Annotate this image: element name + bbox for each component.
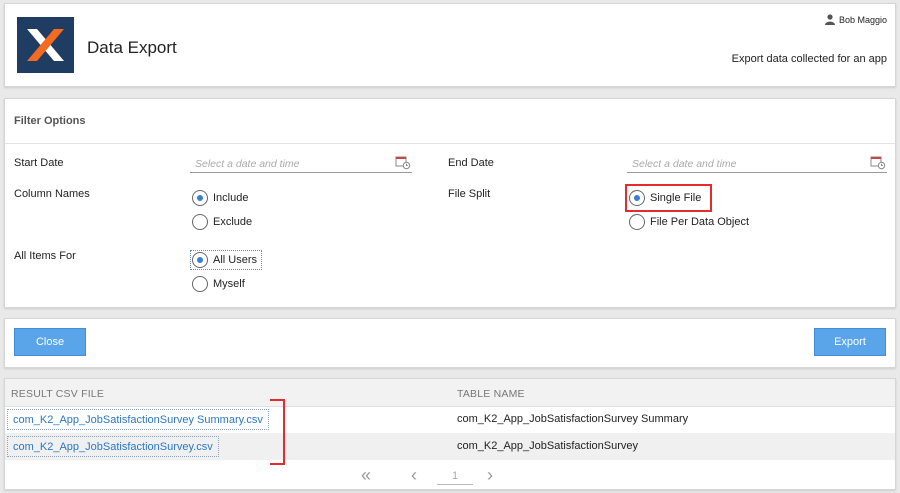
page-number[interactable]: 1	[437, 467, 473, 485]
radio-exclude[interactable]: Exclude	[192, 214, 252, 230]
close-button[interactable]: Close	[14, 328, 86, 356]
end-date-input[interactable]: Select a date and time	[627, 153, 887, 173]
app-header: Data Export Bob Maggio Export data colle…	[4, 3, 896, 87]
table-row: com_K2_App_JobSatisfactionSurvey.csv com…	[5, 433, 895, 460]
action-bar: Close Export	[4, 318, 896, 368]
results-table: RESULT CSV FILE TABLE NAME com_K2_App_Jo…	[4, 378, 896, 490]
radio-file-per-data-object-label: File Per Data Object	[650, 216, 750, 228]
page-subtitle: Export data collected for an app	[731, 53, 887, 65]
table-header: RESULT CSV FILE TABLE NAME	[5, 379, 895, 407]
radio-circle[interactable]	[629, 214, 645, 230]
radio-circle[interactable]	[192, 214, 208, 230]
export-button[interactable]: Export	[814, 328, 886, 356]
end-date-placeholder: Select a date and time	[632, 158, 737, 170]
user-name: Bob Maggio	[838, 14, 887, 25]
end-date-label: End Date	[448, 157, 494, 169]
filter-options-title: Filter Options	[14, 115, 86, 127]
pagination: « ‹ 1 ›	[361, 465, 501, 487]
k2-logo-icon	[17, 17, 74, 73]
user-menu[interactable]: Bob Maggio	[824, 14, 887, 25]
k2-logo	[17, 17, 74, 73]
start-date-label: Start Date	[14, 157, 64, 169]
radio-circle-selected[interactable]	[192, 190, 208, 206]
file-split-label: File Split	[448, 188, 491, 200]
radio-myself[interactable]: Myself	[192, 276, 245, 292]
radio-all-users[interactable]: All Users	[189, 250, 263, 270]
filter-options-panel: Filter Options Start Date Select a date …	[4, 98, 896, 308]
table-row: com_K2_App_JobSatisfactionSurvey Summary…	[5, 406, 895, 433]
radio-include[interactable]: Include	[192, 190, 248, 206]
table-name-cell: com_K2_App_JobSatisfactionSurvey Summary	[457, 413, 689, 425]
calendar-clock-icon[interactable]	[395, 155, 411, 170]
all-items-for-label: All Items For	[14, 250, 76, 262]
chevron-right-icon[interactable]: ›	[487, 465, 493, 485]
annotation-bracket	[270, 399, 285, 465]
annotation-highlight-box	[625, 184, 712, 212]
radio-all-users-label: All Users	[213, 254, 258, 266]
radio-include-label: Include	[213, 192, 249, 204]
radio-circle[interactable]	[192, 276, 208, 292]
chevron-left-icon[interactable]: ‹	[411, 465, 417, 485]
start-date-input[interactable]: Select a date and time	[190, 153, 412, 173]
start-date-placeholder: Select a date and time	[195, 158, 300, 170]
radio-exclude-label: Exclude	[213, 216, 253, 228]
csv-file-link[interactable]: com_K2_App_JobSatisfactionSurvey Summary…	[7, 409, 269, 430]
csv-file-link[interactable]: com_K2_App_JobSatisfactionSurvey.csv	[7, 436, 219, 457]
radio-circle-selected[interactable]	[192, 252, 208, 268]
user-icon	[824, 14, 835, 25]
column-header-table-name: TABLE NAME	[457, 388, 525, 400]
page-title: Data Export	[87, 38, 177, 57]
radio-file-per-data-object[interactable]: File Per Data Object	[629, 214, 749, 230]
table-name-cell: com_K2_App_JobSatisfactionSurvey	[457, 440, 638, 452]
double-chevron-left-icon[interactable]: «	[361, 465, 371, 485]
column-header-result-csv-file: RESULT CSV FILE	[11, 388, 105, 400]
divider	[5, 143, 895, 144]
column-names-label: Column Names	[14, 188, 90, 200]
calendar-clock-icon[interactable]	[870, 155, 886, 170]
radio-myself-label: Myself	[213, 278, 245, 290]
